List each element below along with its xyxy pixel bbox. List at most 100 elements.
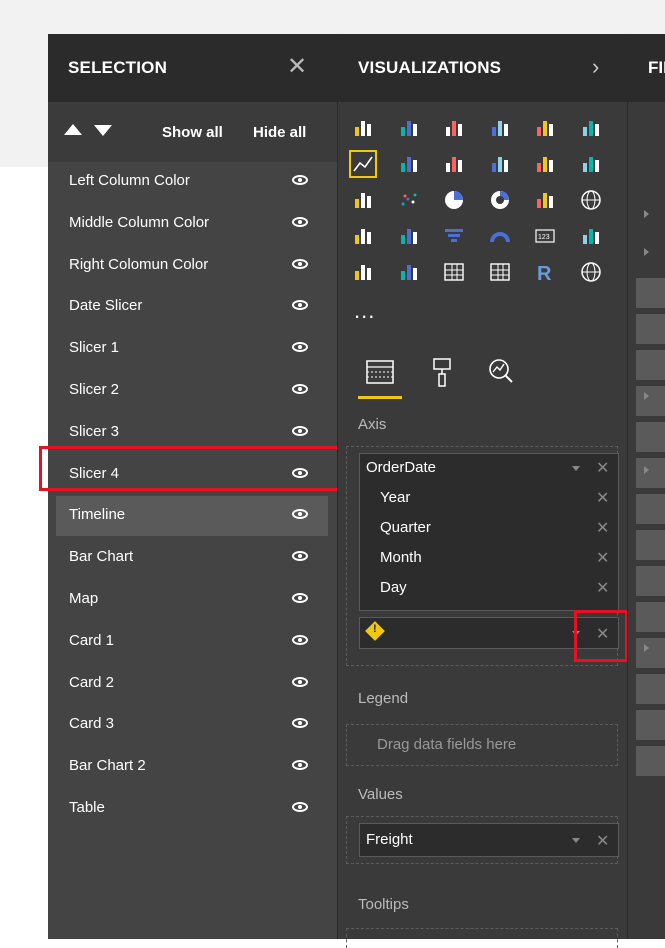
- treemap-icon[interactable]: [534, 189, 556, 211]
- remove-freight-icon[interactable]: ✕: [596, 831, 609, 851]
- eye-icon[interactable]: [292, 258, 308, 269]
- slicer-icon[interactable]: [398, 261, 420, 283]
- eye-icon[interactable]: [292, 384, 308, 394]
- close-icon[interactable]: ✕: [287, 52, 307, 81]
- selection-item[interactable]: Left Column Color: [56, 162, 328, 202]
- remove-day-icon[interactable]: ✕: [596, 578, 609, 598]
- remove-year-icon[interactable]: ✕: [596, 488, 609, 508]
- table-icon[interactable]: [443, 261, 465, 283]
- format-tab-icon[interactable]: [433, 358, 451, 388]
- selection-item[interactable]: Bar Chart 2: [56, 747, 328, 787]
- map-icon[interactable]: [580, 189, 602, 211]
- kpi-icon[interactable]: [352, 261, 374, 283]
- legend-well[interactable]: Drag data fields here: [346, 724, 618, 766]
- field-table-item[interactable]: [636, 350, 665, 380]
- stacked-bar-icon[interactable]: [352, 117, 374, 139]
- expand-arrow-icon[interactable]: [644, 644, 649, 652]
- eye-icon[interactable]: [292, 175, 308, 185]
- line-clustered-column-icon[interactable]: [534, 153, 556, 175]
- clustered-bar-icon[interactable]: [443, 117, 465, 139]
- chevron-down-icon[interactable]: [572, 838, 580, 843]
- filled-map-icon[interactable]: [352, 225, 374, 247]
- field-table-item[interactable]: [636, 458, 665, 488]
- eye-icon[interactable]: [292, 342, 308, 353]
- remove-month-icon[interactable]: ✕: [596, 548, 609, 568]
- area-chart-icon[interactable]: [398, 153, 420, 175]
- eye-icon[interactable]: [292, 760, 308, 771]
- selection-item[interactable]: Bar Chart: [56, 538, 328, 578]
- freight-field[interactable]: Freight ✕: [359, 823, 619, 857]
- field-table-item[interactable]: [636, 566, 665, 596]
- analytics-tab-icon[interactable]: [488, 358, 514, 384]
- field-table-item[interactable]: [636, 314, 665, 344]
- eye-icon[interactable]: [292, 634, 308, 645]
- selection-item[interactable]: Middle Column Color: [56, 204, 328, 244]
- selection-item[interactable]: Card 1: [56, 622, 328, 662]
- field-table-item[interactable]: [636, 530, 665, 560]
- percent-bar-icon[interactable]: [534, 117, 556, 139]
- card-icon[interactable]: 123: [534, 225, 556, 247]
- field-table-item[interactable]: [636, 386, 665, 416]
- line-chart-icon[interactable]: [349, 150, 377, 178]
- chevron-right-icon[interactable]: ›: [592, 54, 599, 80]
- expand-arrow-icon[interactable]: [644, 392, 649, 400]
- values-well[interactable]: Freight ✕: [346, 816, 619, 864]
- orderdate-field[interactable]: OrderDate ✕ Year ✕ Quarter ✕ Month ✕ Day…: [359, 453, 619, 611]
- remove-quarter-icon[interactable]: ✕: [596, 518, 609, 538]
- field-table-item[interactable]: [636, 494, 665, 524]
- expand-arrow-icon[interactable]: [644, 210, 649, 218]
- field-table-item[interactable]: [636, 422, 665, 452]
- globe-icon[interactable]: [580, 261, 602, 283]
- percent-column-icon[interactable]: [580, 117, 602, 139]
- stacked-area-icon[interactable]: [443, 153, 465, 175]
- pie-chart-icon[interactable]: [443, 189, 465, 211]
- eye-icon[interactable]: [292, 425, 308, 436]
- r-visual-icon[interactable]: R: [534, 261, 556, 283]
- tooltips-well[interactable]: [346, 928, 618, 948]
- field-table-item[interactable]: [636, 710, 665, 740]
- selection-item[interactable]: Timeline: [56, 496, 328, 537]
- chevron-down-icon[interactable]: [572, 466, 580, 471]
- remove-orderdate-icon[interactable]: ✕: [596, 458, 609, 478]
- field-table-item[interactable]: [636, 278, 665, 308]
- selection-item[interactable]: Card 3: [56, 705, 328, 745]
- eye-icon[interactable]: [292, 551, 308, 562]
- field-table-item[interactable]: [636, 674, 665, 704]
- selection-item[interactable]: Card 2: [56, 664, 328, 704]
- more-visuals-button[interactable]: ...: [354, 298, 375, 324]
- selection-item[interactable]: Slicer 2: [56, 371, 328, 411]
- show-all-button[interactable]: Show all: [162, 124, 223, 141]
- eye-icon[interactable]: [292, 676, 308, 687]
- eye-icon[interactable]: [292, 300, 308, 311]
- stacked-column-icon[interactable]: [398, 117, 420, 139]
- expand-arrow-icon[interactable]: [644, 248, 649, 256]
- field-table-item[interactable]: [636, 602, 665, 632]
- selection-item[interactable]: Date Slicer: [56, 287, 328, 327]
- move-up-icon[interactable]: [64, 124, 82, 135]
- matrix-icon[interactable]: [489, 261, 511, 283]
- eye-icon[interactable]: [292, 802, 308, 812]
- waterfall-icon[interactable]: [352, 189, 374, 211]
- scatter-icon[interactable]: [398, 189, 420, 211]
- selection-item[interactable]: Table: [56, 789, 328, 829]
- selection-item[interactable]: Map: [56, 580, 328, 620]
- eye-icon[interactable]: [292, 216, 308, 227]
- clustered-column-icon[interactable]: [489, 117, 511, 139]
- selection-item[interactable]: Right Colomun Color: [56, 246, 328, 286]
- gauge-icon[interactable]: [489, 225, 511, 247]
- expand-arrow-icon[interactable]: [644, 466, 649, 474]
- line-column-icon[interactable]: [489, 153, 511, 175]
- move-down-icon[interactable]: [94, 125, 112, 136]
- multirow-card-icon[interactable]: [580, 225, 602, 247]
- funnel-icon[interactable]: [443, 225, 465, 247]
- field-table-item[interactable]: [636, 638, 665, 668]
- donut-chart-icon[interactable]: [489, 189, 511, 211]
- selection-item[interactable]: Slicer 1: [56, 329, 328, 369]
- ribbon-chart-icon[interactable]: [580, 153, 602, 175]
- eye-icon[interactable]: [292, 593, 308, 603]
- hide-all-button[interactable]: Hide all: [253, 124, 306, 141]
- eye-icon[interactable]: [292, 509, 308, 520]
- fields-tab-icon[interactable]: [366, 360, 394, 386]
- eye-icon[interactable]: [292, 718, 308, 729]
- field-table-item[interactable]: [636, 746, 665, 776]
